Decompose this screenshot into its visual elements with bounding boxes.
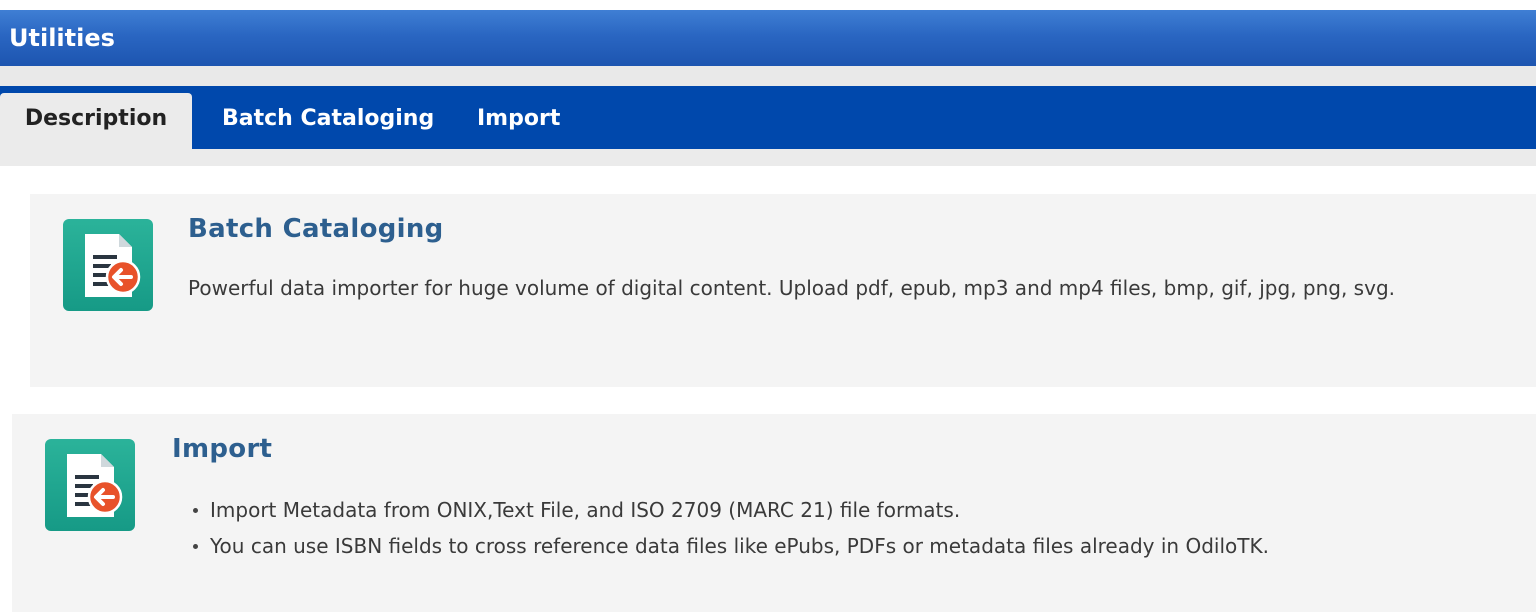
- import-title: Import: [172, 434, 273, 464]
- top-strip: [0, 0, 1536, 10]
- batch-cataloging-panel: Batch Cataloging Powerful data importer …: [30, 194, 1536, 387]
- list-item: Import Metadata from ONIX,Text File, and…: [182, 492, 1269, 528]
- tab-content-top: [0, 149, 1536, 166]
- tab-import[interactable]: Import: [477, 86, 560, 149]
- list-item: You can use ISBN fields to cross referen…: [182, 528, 1269, 564]
- import-bullet-list: Import Metadata from ONIX,Text File, and…: [182, 492, 1269, 564]
- batch-cataloging-description: Powerful data importer for huge volume o…: [188, 276, 1395, 300]
- tab-bar: Description Batch Cataloging Import: [0, 86, 1536, 149]
- tab-batch-cataloging[interactable]: Batch Cataloging: [222, 86, 434, 149]
- document-import-icon: [45, 439, 135, 531]
- title-separator: [0, 66, 1536, 86]
- batch-cataloging-title: Batch Cataloging: [188, 214, 444, 244]
- import-panel: Import Import Metadata from ONIX,Text Fi…: [12, 414, 1536, 612]
- window-title: Utilities: [0, 10, 1536, 66]
- tab-description[interactable]: Description: [0, 93, 192, 149]
- document-import-icon: [63, 219, 153, 311]
